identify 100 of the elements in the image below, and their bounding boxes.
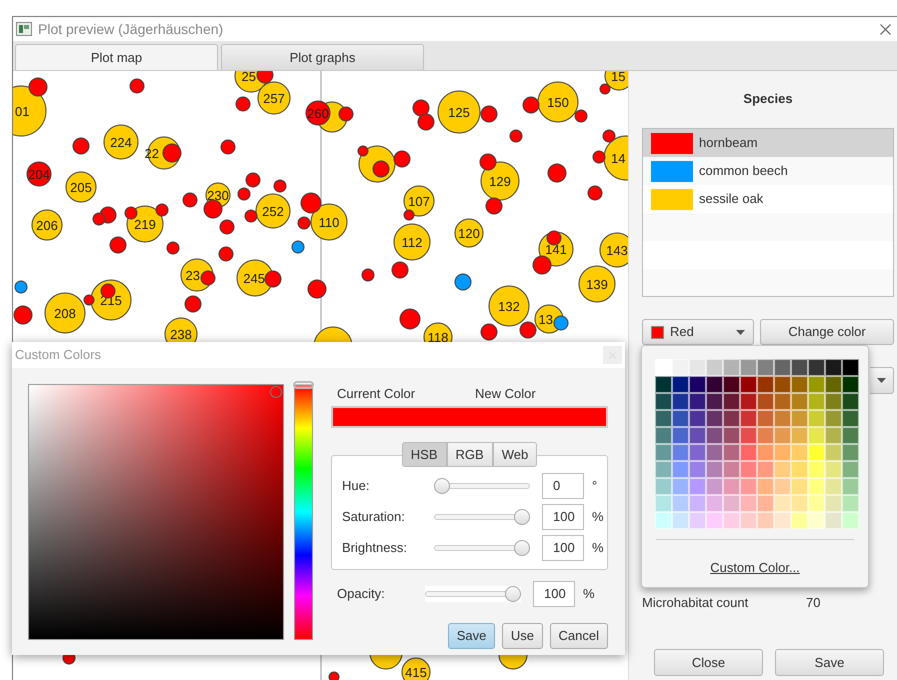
color-swatch[interactable] xyxy=(723,444,740,461)
slider-thumb[interactable] xyxy=(505,586,521,602)
color-swatch[interactable] xyxy=(842,359,859,376)
color-swatch[interactable] xyxy=(808,376,825,393)
color-swatch[interactable] xyxy=(689,359,706,376)
color-swatch[interactable] xyxy=(842,393,859,410)
list-item[interactable]: hornbeam xyxy=(643,129,893,157)
color-swatch[interactable] xyxy=(774,495,791,512)
color-swatch[interactable] xyxy=(791,427,808,444)
color-swatch[interactable] xyxy=(689,461,706,478)
color-swatch[interactable] xyxy=(672,393,689,410)
color-swatch[interactable] xyxy=(825,359,842,376)
color-swatch[interactable] xyxy=(774,376,791,393)
color-swatch[interactable] xyxy=(740,410,757,427)
tab[interactable]: Plot graphs xyxy=(221,44,424,70)
color-swatch[interactable] xyxy=(723,393,740,410)
color-swatch[interactable] xyxy=(774,478,791,495)
color-swatch[interactable] xyxy=(808,444,825,461)
color-swatch[interactable] xyxy=(706,478,723,495)
color-swatch[interactable] xyxy=(757,495,774,512)
save-button[interactable]: Save xyxy=(775,649,884,676)
color-swatch[interactable] xyxy=(706,427,723,444)
use-button[interactable]: Use xyxy=(502,623,544,649)
color-swatch[interactable] xyxy=(672,478,689,495)
hue-bar[interactable] xyxy=(294,384,313,640)
color-swatch[interactable] xyxy=(825,376,842,393)
color-swatch[interactable] xyxy=(655,427,672,444)
color-swatch[interactable] xyxy=(740,427,757,444)
color-swatch[interactable] xyxy=(689,393,706,410)
input-field[interactable]: 100 xyxy=(542,534,584,560)
color-swatch[interactable] xyxy=(723,427,740,444)
color-swatch[interactable] xyxy=(723,495,740,512)
color-swatch[interactable] xyxy=(740,376,757,393)
color-swatch[interactable] xyxy=(825,393,842,410)
color-swatch[interactable] xyxy=(774,512,791,529)
color-swatch[interactable] xyxy=(740,393,757,410)
color-swatch[interactable] xyxy=(740,359,757,376)
color-swatch[interactable] xyxy=(723,410,740,427)
color-swatch[interactable] xyxy=(791,461,808,478)
color-swatch[interactable] xyxy=(706,512,723,529)
color-swatch[interactable] xyxy=(672,495,689,512)
color-swatch[interactable] xyxy=(757,393,774,410)
color-swatch[interactable] xyxy=(774,444,791,461)
color-dropdown[interactable]: Red xyxy=(642,319,754,345)
color-swatch[interactable] xyxy=(842,410,859,427)
color-swatch[interactable] xyxy=(842,461,859,478)
color-swatch[interactable] xyxy=(791,495,808,512)
color-swatch[interactable] xyxy=(808,410,825,427)
picker-handle[interactable] xyxy=(270,386,282,398)
color-swatch[interactable] xyxy=(808,359,825,376)
color-swatch[interactable] xyxy=(706,410,723,427)
save-button[interactable]: Save xyxy=(448,623,496,649)
color-swatch[interactable] xyxy=(723,376,740,393)
color-swatch[interactable] xyxy=(706,376,723,393)
color-swatch[interactable] xyxy=(740,478,757,495)
color-swatch[interactable] xyxy=(825,512,842,529)
color-swatch[interactable] xyxy=(808,512,825,529)
color-swatch[interactable] xyxy=(757,359,774,376)
color-swatch[interactable] xyxy=(689,495,706,512)
color-swatch[interactable] xyxy=(791,478,808,495)
color-swatch[interactable] xyxy=(808,393,825,410)
color-swatch[interactable] xyxy=(740,444,757,461)
color-swatch[interactable] xyxy=(757,461,774,478)
color-swatch[interactable] xyxy=(689,444,706,461)
color-swatch[interactable] xyxy=(842,444,859,461)
slider-thumb[interactable] xyxy=(434,478,450,494)
color-swatch[interactable] xyxy=(672,512,689,529)
color-swatch[interactable] xyxy=(774,359,791,376)
input-field[interactable]: 100 xyxy=(533,580,575,606)
color-swatch[interactable] xyxy=(774,410,791,427)
color-swatch[interactable] xyxy=(791,410,808,427)
color-swatch[interactable] xyxy=(689,376,706,393)
color-swatch[interactable] xyxy=(825,410,842,427)
color-swatch[interactable] xyxy=(655,444,672,461)
color-swatch[interactable] xyxy=(655,512,672,529)
color-swatch[interactable] xyxy=(808,478,825,495)
dropdown-button[interactable] xyxy=(870,367,894,394)
tab[interactable]: Plot map xyxy=(15,44,218,70)
color-swatch[interactable] xyxy=(757,410,774,427)
color-swatch[interactable] xyxy=(774,393,791,410)
color-swatch[interactable] xyxy=(706,461,723,478)
color-swatch[interactable] xyxy=(706,444,723,461)
color-swatch[interactable] xyxy=(672,359,689,376)
tab[interactable]: Web xyxy=(492,442,538,467)
color-swatch[interactable] xyxy=(774,427,791,444)
color-swatch[interactable] xyxy=(825,444,842,461)
cancel-button[interactable]: Cancel xyxy=(550,623,608,649)
color-swatch[interactable] xyxy=(655,478,672,495)
color-swatch[interactable] xyxy=(740,495,757,512)
color-swatch[interactable] xyxy=(842,376,859,393)
color-swatch[interactable] xyxy=(791,393,808,410)
color-swatch[interactable] xyxy=(689,478,706,495)
color-swatch[interactable] xyxy=(672,444,689,461)
color-swatch[interactable] xyxy=(825,495,842,512)
color-swatch[interactable] xyxy=(842,512,859,529)
color-swatch[interactable] xyxy=(825,461,842,478)
color-swatch[interactable] xyxy=(689,427,706,444)
color-swatch[interactable] xyxy=(791,376,808,393)
color-swatch[interactable] xyxy=(723,512,740,529)
color-swatch[interactable] xyxy=(791,512,808,529)
